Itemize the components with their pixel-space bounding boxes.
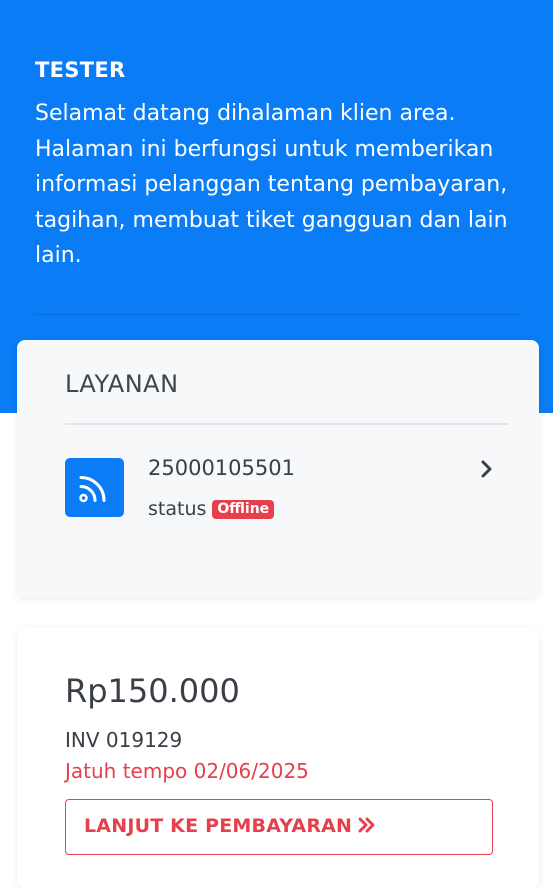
invoice-card: Rp150.000 INV 019129 Jatuh tempo 02/06/2…: [17, 628, 539, 888]
hero-divider: [35, 314, 521, 315]
services-title: LAYANAN: [65, 370, 179, 398]
double-chevron-right-icon: [358, 817, 375, 833]
user-name: TESTER: [35, 58, 126, 82]
invoice-number: INV 019129: [65, 728, 183, 752]
service-id: 25000105501: [148, 456, 295, 480]
service-status: status Offline: [148, 498, 275, 520]
rss-icon: [65, 458, 124, 517]
services-card: LAYANAN 25000105501 status Offline: [17, 340, 539, 597]
services-divider: [65, 423, 508, 425]
service-item[interactable]: 25000105501 status Offline: [65, 448, 508, 528]
pay-button-content: LANJUT KE PEMBAYARAN: [84, 815, 376, 837]
status-badge: Offline: [212, 500, 275, 519]
pay-button[interactable]: LANJUT KE PEMBAYARAN: [65, 799, 493, 855]
pay-button-label: LANJUT KE PEMBAYARAN: [84, 815, 353, 837]
welcome-text: Selamat datang dihalaman klien area. Hal…: [35, 101, 508, 268]
status-label: status: [148, 498, 207, 520]
chevron-right-icon[interactable]: [480, 458, 494, 480]
invoice-due-date: Jatuh tempo 02/06/2025: [65, 759, 309, 783]
invoice-amount: Rp150.000: [65, 672, 240, 710]
